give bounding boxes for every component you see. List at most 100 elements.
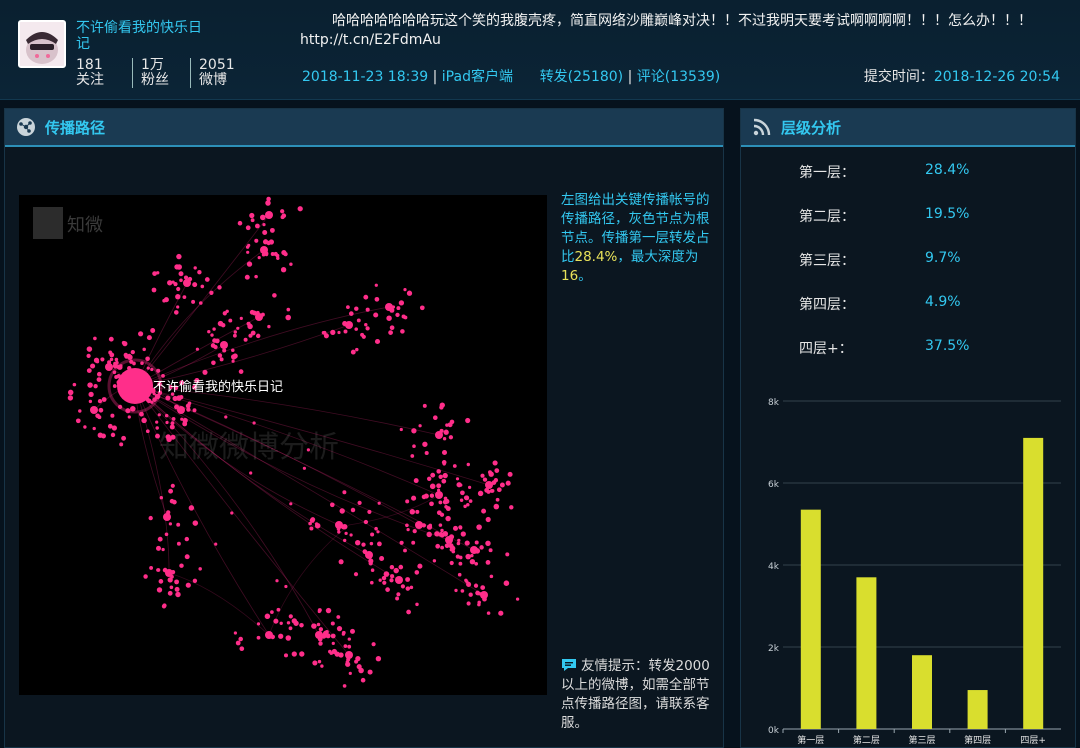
graph-node [405, 577, 411, 582]
graph-edge [134, 214, 270, 387]
bar-3[interactable] [912, 655, 932, 729]
graph-node [217, 285, 222, 290]
graph-node [130, 349, 135, 355]
level-row-1: 第一层： 28.4% [799, 162, 1039, 184]
graph-node [385, 587, 390, 592]
graph-node [127, 415, 131, 419]
graph-node [463, 504, 467, 509]
graph-node [96, 377, 102, 382]
graph-node [412, 528, 417, 534]
graph-node [179, 395, 184, 400]
graph-node [388, 330, 393, 335]
graph-node [438, 523, 443, 527]
graph-node [280, 209, 285, 214]
repost-count[interactable]: 转发(25180) [540, 69, 623, 85]
graph-node [370, 568, 375, 572]
post-text: 哈哈哈哈哈哈哈玩这个笑的我腹壳疼，简直网络沙雕巅峰对决！！不过我明天要考试啊啊啊… [300, 13, 1032, 48]
root-node[interactable] [117, 368, 153, 404]
graph-edge [134, 385, 370, 556]
graph-node [157, 413, 161, 417]
graph-node [109, 357, 114, 362]
graph-node [179, 563, 184, 568]
graph-node [415, 509, 420, 514]
graph-node [179, 278, 183, 283]
graph-node [443, 429, 449, 435]
graph-node [156, 568, 160, 572]
graph-node [354, 306, 359, 311]
level-value: 28.4% [925, 162, 970, 178]
graph-node [482, 596, 487, 602]
user-name[interactable]: 不许偷看我的快乐日记 [76, 20, 206, 52]
propagation-panel-title: 传播路径 [45, 118, 106, 137]
stat-following[interactable]: 181 关注 [76, 58, 132, 88]
graph-node [329, 502, 335, 508]
graph-node [342, 490, 347, 495]
graph-node [479, 545, 484, 550]
graph-node [263, 251, 269, 256]
graph-node [438, 474, 443, 480]
graph-node [377, 541, 382, 547]
graph-node [173, 310, 179, 315]
graph-node [419, 305, 425, 311]
graph-node [210, 333, 214, 337]
bar-4[interactable] [967, 690, 988, 729]
bar-5[interactable] [1023, 437, 1044, 729]
graph-node [398, 564, 404, 570]
graph-node [97, 432, 103, 438]
graph-node [284, 584, 288, 589]
graph-node [142, 347, 146, 352]
graph-node [193, 266, 197, 270]
graph-node [309, 526, 314, 531]
graph-node [176, 253, 182, 260]
graph-node [220, 322, 226, 328]
logo: 知微 [33, 207, 103, 239]
comment-count[interactable]: 评论(13539) [637, 69, 720, 85]
propagation-graph[interactable]: 知微 知微微博分析 不许偷看我的快乐日记 [19, 195, 547, 695]
graph-node [348, 322, 352, 327]
graph-node [480, 585, 486, 590]
graph-node [403, 315, 407, 320]
bar-2[interactable] [856, 577, 877, 729]
graph-node [331, 648, 337, 655]
graph-node [170, 421, 175, 425]
stat-label: 微博 [199, 72, 227, 88]
stat-followers[interactable]: 1万 粉丝 [132, 58, 190, 88]
graph-node [176, 286, 181, 292]
graph-node [436, 483, 442, 489]
stat-posts[interactable]: 2051 微博 [190, 58, 248, 88]
graph-node [192, 282, 198, 288]
graph-node [342, 321, 348, 327]
graph-node [398, 300, 405, 306]
propagation-graph-canvas[interactable]: 知微 知微微博分析 不许偷看我的快乐日记 [19, 195, 547, 695]
bar-1[interactable] [800, 509, 821, 729]
graph-node [331, 641, 335, 646]
graph-node [254, 274, 258, 279]
graph-node [365, 326, 370, 331]
graph-node [379, 555, 385, 562]
network-icon [17, 118, 35, 136]
graph-node [299, 622, 304, 628]
graph-node [357, 500, 362, 505]
level-analysis-panel: 层级分析 第一层： 28.4% 第二层： 19.5% 第三层： 9.7% 第四层… [740, 108, 1076, 748]
graph-node [155, 420, 159, 424]
graph-node [442, 437, 447, 441]
graph-node [350, 628, 355, 634]
graph-node [288, 614, 293, 619]
graph-node [281, 213, 287, 219]
graph-node [245, 225, 251, 231]
graph-node [435, 543, 441, 549]
stat-label: 粉丝 [141, 72, 169, 88]
user-avatar[interactable] [18, 20, 66, 68]
friendly-tip: 友情提示：转发2000以上的微博，如需全部节点传播路径图，请联系客服。 [561, 657, 721, 733]
graph-node [515, 597, 520, 601]
graph-node [324, 629, 329, 634]
graph-node [176, 522, 181, 527]
graph-node [499, 482, 505, 488]
graph-node [396, 592, 401, 597]
graph-node [291, 651, 297, 657]
graph-node [75, 418, 81, 424]
graph-node [362, 549, 367, 554]
graph-node [413, 478, 419, 484]
graph-node [95, 359, 100, 364]
graph-node [158, 579, 164, 584]
